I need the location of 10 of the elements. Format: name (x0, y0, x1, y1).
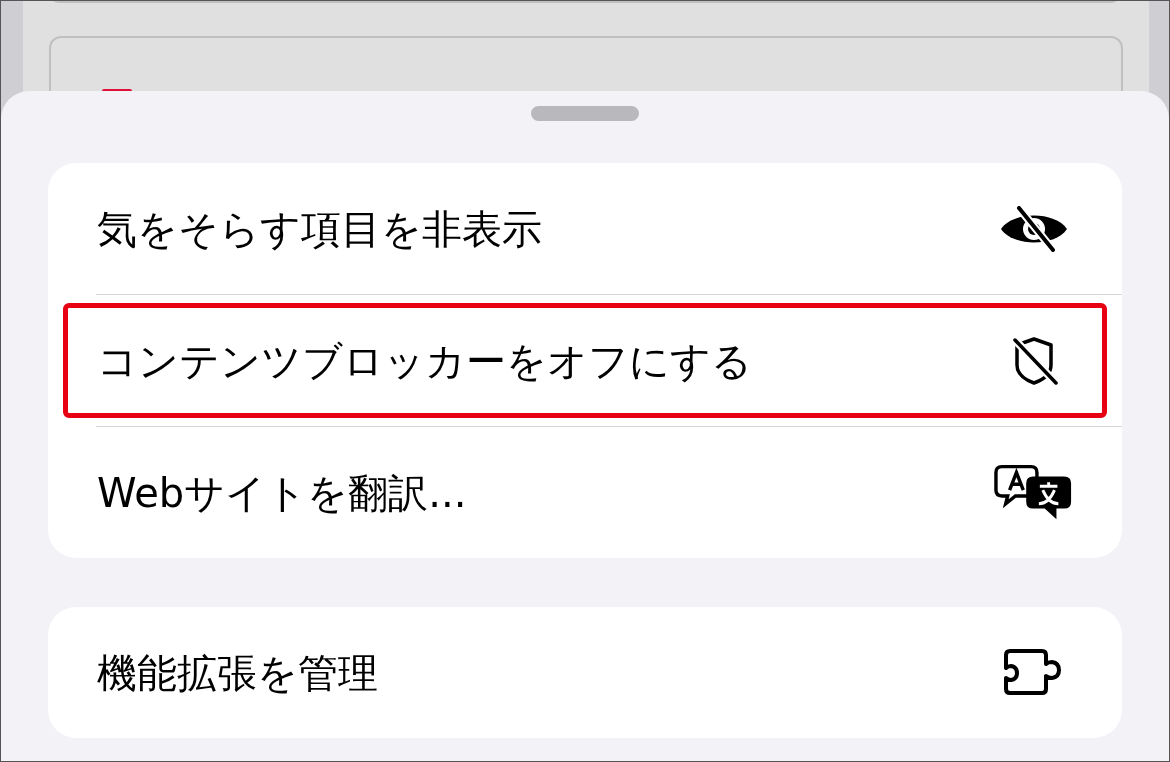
menu-item[interactable]: 機能拡張を管理 (48, 607, 1122, 738)
menu-item-label: 機能拡張を管理 (97, 648, 378, 698)
menu-item[interactable]: 気をそらす項目を非表示 (48, 163, 1122, 294)
menu-item[interactable]: Webサイトを翻訳... (48, 427, 1122, 558)
eye-hidden-icon (999, 205, 1069, 252)
menu-item[interactable]: コンテンツブロッカーをオフにする (48, 295, 1122, 426)
grabber-handle[interactable] (531, 106, 639, 121)
menu-item-label: 気をそらす項目を非表示 (97, 204, 542, 254)
menu-item-label: コンテンツブロッカーをオフにする (97, 336, 752, 386)
menu-item-label: Webサイトを翻訳... (97, 468, 467, 518)
